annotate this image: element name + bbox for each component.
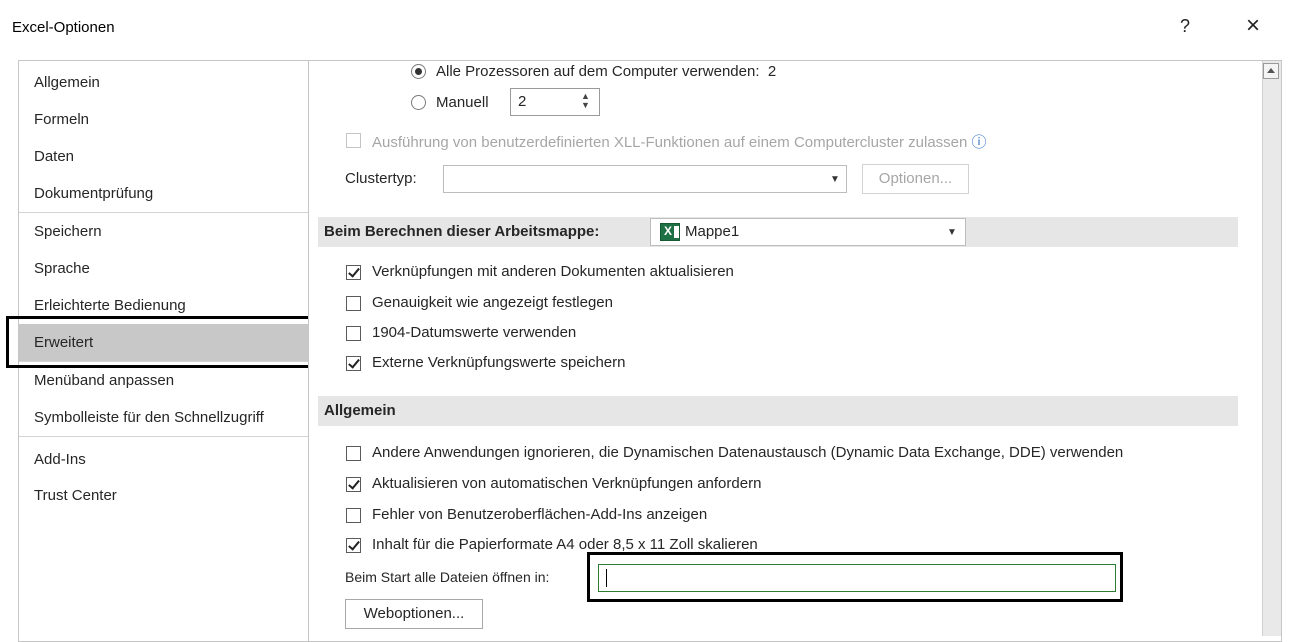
processor-count: 2 — [767, 63, 777, 80]
workbook-dropdown[interactable]: Mappe1 ▼ — [650, 218, 966, 246]
sidebar-item-sprache[interactable]: Sprache — [19, 250, 309, 287]
dropdown-arrow-icon: ▼ — [947, 227, 957, 238]
close-button[interactable]: × — [1246, 12, 1260, 40]
sidebar-item-formeln[interactable]: Formeln — [19, 101, 309, 138]
window-title: Excel-Optionen — [12, 19, 115, 36]
manual-label: Manuell — [436, 94, 489, 111]
ignore-dde-label: Andere Anwendungen ignorieren, die Dynam… — [372, 444, 1124, 461]
update-links-checkbox[interactable] — [346, 265, 361, 280]
help-button[interactable]: ? — [1180, 16, 1190, 37]
cluster-options-button[interactable]: Optionen... — [862, 164, 969, 194]
manual-processors-stepper[interactable]: 2 ▲ ▼ — [510, 88, 600, 116]
clustertype-label: Clustertyp: — [345, 170, 417, 187]
xll-cluster-label: Ausführung von benutzerdefinierten XLL-F… — [372, 134, 987, 151]
date-1904-checkbox[interactable] — [346, 326, 361, 341]
sidebar-item-trust-center[interactable]: Trust Center — [19, 477, 309, 514]
spin-arrows-icon[interactable]: ▲ ▼ — [581, 92, 590, 110]
info-icon[interactable]: ⓘ — [972, 134, 987, 151]
precision-as-displayed-checkbox[interactable] — [346, 296, 361, 311]
show-addin-errors-checkbox[interactable] — [346, 508, 361, 523]
highlight-box-startup-input — [587, 552, 1123, 602]
update-links-label: Verknüpfungen mit anderen Dokumenten akt… — [372, 263, 734, 280]
excel-workbook-icon — [660, 223, 680, 241]
xll-cluster-checkbox[interactable] — [346, 133, 361, 148]
sidebar-item-allgemein[interactable]: Allgemein — [19, 64, 309, 101]
ask-update-links-checkbox[interactable] — [346, 477, 361, 492]
title-bar: Excel-Optionen ? × — [0, 0, 1293, 50]
sidebar-item-schnellzugriff[interactable]: Symbolleiste für den Schnellzugriff — [19, 399, 309, 436]
scroll-up-arrow-icon[interactable] — [1263, 63, 1279, 79]
all-processors-radio[interactable] — [411, 64, 426, 79]
section-header-general: Allgemein — [318, 396, 1238, 426]
vertical-scrollbar[interactable] — [1262, 61, 1281, 636]
save-external-links-label: Externe Verknüpfungswerte speichern — [372, 354, 626, 371]
dropdown-arrow-icon: ▼ — [830, 174, 840, 185]
sidebar-item-add-ins[interactable]: Add-Ins — [19, 441, 309, 478]
show-addin-errors-label: Fehler von Benutzeroberflächen-Add-Ins a… — [372, 506, 708, 523]
precision-as-displayed-label: Genauigkeit wie angezeigt festlegen — [372, 294, 613, 311]
web-options-button[interactable]: Weboptionen... — [345, 599, 483, 629]
sidebar-item-speichern[interactable]: Speichern — [19, 213, 309, 250]
highlight-box-erweitert — [6, 316, 312, 368]
save-external-links-checkbox[interactable] — [346, 356, 361, 371]
scale-paper-label: Inhalt für die Papierformate A4 oder 8,5… — [372, 536, 758, 553]
sidebar-divider — [19, 436, 309, 437]
workbook-dropdown-value: Mappe1 — [685, 223, 740, 240]
sidebar-item-daten[interactable]: Daten — [19, 138, 309, 175]
ask-update-links-label: Aktualisieren von automatischen Verknüpf… — [372, 475, 762, 492]
manual-processors-radio[interactable] — [411, 95, 426, 110]
clustertype-dropdown[interactable]: ▼ — [443, 165, 847, 193]
scale-paper-checkbox[interactable] — [346, 538, 361, 553]
startup-folder-label: Beim Start alle Dateien öffnen in: — [345, 569, 550, 585]
all-processors-label: Alle Prozessoren auf dem Computer verwen… — [436, 63, 777, 80]
date-1904-label: 1904-Datumswerte verwenden — [372, 324, 577, 341]
ignore-dde-checkbox[interactable] — [346, 446, 361, 461]
sidebar-item-dokumentpruefung[interactable]: Dokumentprüfung — [19, 175, 309, 212]
manual-processors-value: 2 — [518, 93, 527, 110]
